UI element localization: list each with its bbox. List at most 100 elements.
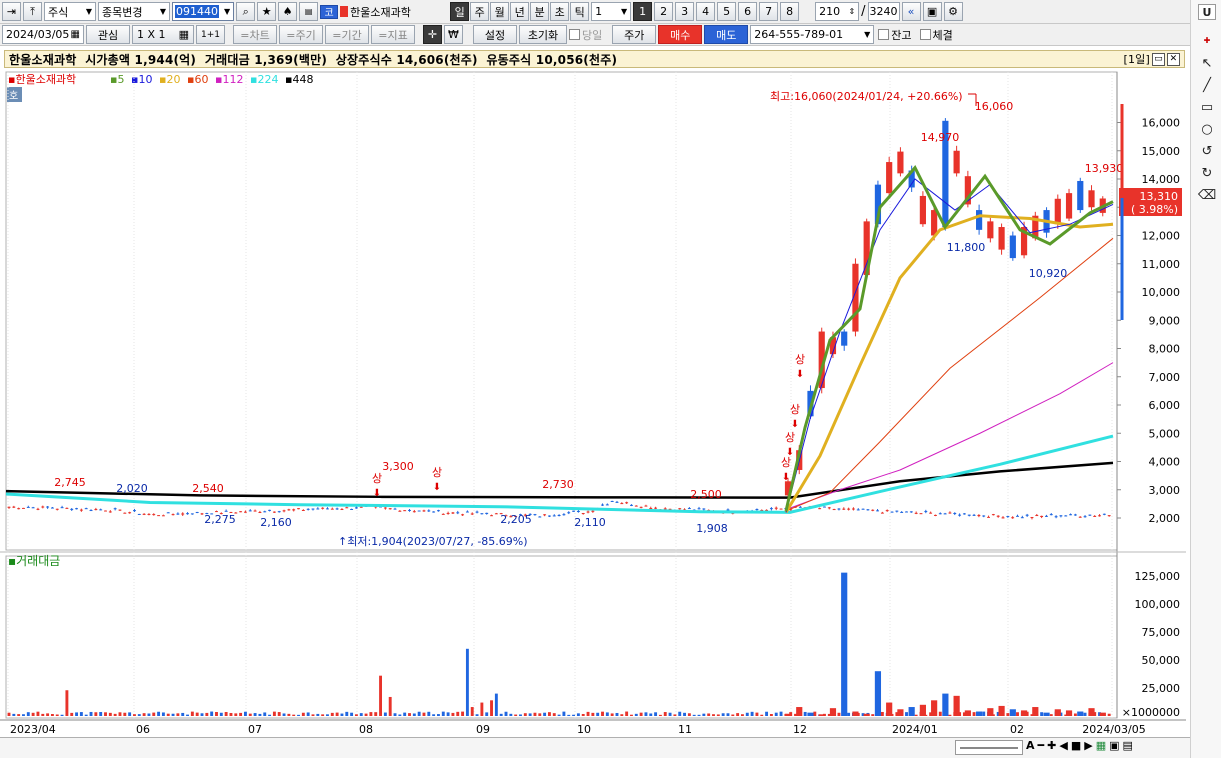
candle-body: [403, 510, 407, 512]
candle-body: [755, 509, 759, 511]
period-tab[interactable]: 분: [530, 2, 550, 21]
stop-icon[interactable]: ■: [1071, 739, 1081, 752]
volume-bar: [547, 712, 551, 716]
settings-button[interactable]: 설정: [473, 25, 517, 44]
legend-ma: ▪112: [215, 73, 243, 86]
line-draw-icon[interactable]: ╱: [1198, 77, 1216, 93]
eraser-icon[interactable]: ⌫: [1198, 187, 1216, 203]
candle-body: [953, 150, 960, 174]
prev-icon[interactable]: ◀: [1059, 739, 1067, 752]
tool-add-icon[interactable]: ✚: [1198, 32, 1216, 48]
volume-bar: [1043, 712, 1050, 716]
date-picker[interactable]: 2024/03/05 ▦: [2, 25, 84, 44]
save-icon[interactable]: ▣: [1109, 739, 1119, 752]
next-icon[interactable]: ▶: [1084, 739, 1092, 752]
close-icon[interactable]: ✕: [1167, 52, 1180, 66]
quick-number-button[interactable]: 4: [696, 2, 716, 21]
candle-body: [774, 507, 778, 509]
candle-body: [152, 514, 156, 516]
fill-checkbox[interactable]: 체결: [919, 27, 953, 43]
stock-code-input[interactable]: 091440 ▼: [172, 2, 235, 21]
volume-bar: [330, 712, 334, 716]
candle-body: [441, 513, 445, 515]
candle-body: [1078, 516, 1082, 518]
period-tab[interactable]: 초: [550, 2, 570, 21]
list-icon[interactable]: ▤: [299, 2, 319, 21]
volume-bar: [736, 713, 740, 716]
restore-icon[interactable]: ▭: [1152, 52, 1165, 66]
tab-range[interactable]: =기간: [325, 25, 369, 44]
print-icon[interactable]: ▤: [1123, 739, 1133, 752]
interval-select[interactable]: 1 ▼: [591, 2, 632, 21]
candle-body: [79, 509, 83, 511]
buy-button[interactable]: 매수: [658, 25, 703, 44]
window-controls: [1일] ▭ ✕: [1123, 51, 1180, 67]
redo-icon[interactable]: ↻: [1198, 165, 1216, 181]
quick-number-button[interactable]: 6: [738, 2, 758, 21]
won-button[interactable]: ₩: [444, 25, 463, 44]
stock-name-field[interactable]: 한울소재과학: [340, 4, 448, 20]
tab-indicator[interactable]: =지표: [371, 25, 415, 44]
price-button[interactable]: 주가: [612, 25, 657, 44]
period-tab[interactable]: 년: [510, 2, 530, 21]
layout-select[interactable]: 1 X 1 ▦: [132, 25, 194, 44]
circle-icon[interactable]: ○: [1198, 121, 1216, 137]
stock-change-select[interactable]: 종목변경 ▼: [98, 2, 170, 21]
export-icon[interactable]: ▦: [1096, 739, 1106, 752]
volume-bar: [519, 714, 522, 716]
period-tab[interactable]: 월: [490, 2, 510, 21]
quick-number-button[interactable]: 7: [759, 2, 779, 21]
upload-icon[interactable]: ⤒: [23, 2, 42, 21]
star-icon[interactable]: ★: [257, 2, 277, 21]
spade-icon[interactable]: ♠: [278, 2, 298, 21]
candle-body: [649, 507, 653, 509]
undo-icon[interactable]: ↺: [1198, 143, 1216, 159]
account-select[interactable]: 264-555-789-01 ▼: [750, 25, 875, 44]
zoom-slider[interactable]: [955, 740, 1023, 755]
minus-icon[interactable]: ━: [1038, 739, 1045, 752]
candle-body: [1006, 516, 1010, 518]
pin-left-icon[interactable]: ⇥: [2, 2, 21, 21]
candle-body: [538, 516, 542, 518]
plus-icon[interactable]: ✚: [1047, 739, 1056, 752]
font-size-icon[interactable]: A: [1026, 739, 1035, 752]
tab-cycle[interactable]: =주기: [279, 25, 323, 44]
pointer-icon[interactable]: ↖: [1198, 55, 1216, 71]
market-select[interactable]: 주식 ▼: [44, 2, 96, 21]
candle-body: [292, 509, 296, 511]
rectangle-icon[interactable]: ▭: [1198, 99, 1216, 115]
scroll-back-icon[interactable]: «: [901, 2, 921, 21]
candle-body: [552, 515, 556, 517]
tab-chart[interactable]: =차트: [233, 25, 277, 44]
volume-bar: [446, 712, 450, 716]
quick-number-button[interactable]: 1: [633, 2, 653, 21]
u-button[interactable]: U: [1198, 4, 1216, 20]
crosshair-icon[interactable]: ✛: [423, 25, 442, 44]
candle-body: [490, 515, 493, 517]
gear-icon[interactable]: ⚙: [943, 2, 963, 21]
candle-body: [1054, 516, 1058, 518]
sameday-checkbox[interactable]: 당일: [569, 27, 602, 43]
quick-number-button[interactable]: 8: [780, 2, 800, 21]
save-icon[interactable]: ▣: [922, 2, 942, 21]
volume-bar: [504, 711, 508, 716]
candle-body: [567, 512, 571, 514]
one-plus-one-button[interactable]: 1+1: [196, 25, 225, 44]
price-chart[interactable]: ▪한울소재과학 ▪5 ▪10 ▪20 ▪60 ▪112 ▪224 ▪448호▪거래대금2,00…: [0, 68, 1186, 737]
quick-number-button[interactable]: 5: [717, 2, 737, 21]
sell-button[interactable]: 매도: [704, 25, 749, 44]
candle-body: [982, 515, 986, 517]
period-tab[interactable]: 틱: [570, 2, 590, 21]
watch-button[interactable]: 관심: [86, 25, 130, 44]
bar-count-stepper[interactable]: 210 ⇕: [815, 2, 860, 21]
volume-bar: [31, 712, 35, 716]
period-tab[interactable]: 일: [450, 2, 470, 21]
quick-number-button[interactable]: 3: [675, 2, 695, 21]
balance-checkbox[interactable]: 잔고: [878, 27, 912, 43]
search-icon[interactable]: ⌕: [236, 2, 256, 21]
period-tab[interactable]: 주: [470, 2, 490, 21]
candle-body: [1009, 235, 1016, 259]
reset-button[interactable]: 초기화: [519, 25, 567, 44]
quick-number-button[interactable]: 2: [654, 2, 674, 21]
volume-bar: [354, 714, 358, 716]
